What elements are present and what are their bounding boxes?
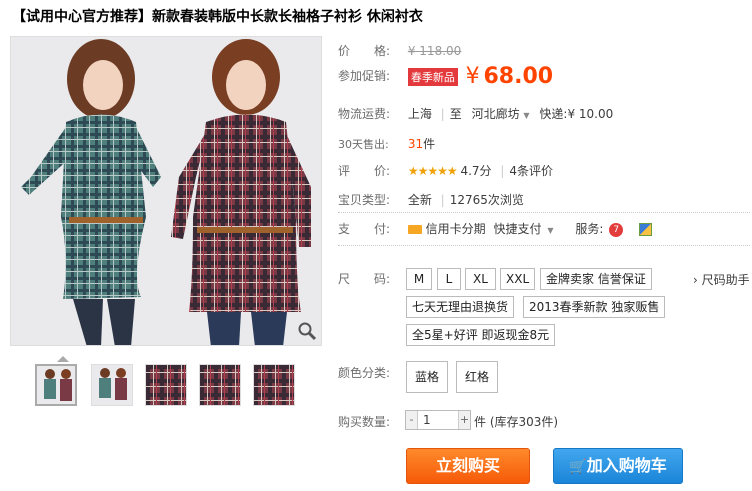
promo-currency: ¥: [465, 64, 480, 89]
size-option-xl[interactable]: XL: [465, 268, 496, 290]
shipping-label: 物流运费:: [338, 107, 391, 121]
sold-unit: 件: [423, 137, 436, 151]
models-photo: [11, 37, 321, 345]
payment-row: 支 付: 信用卡分期 快捷支付 ▼ 服务: 7: [338, 220, 653, 237]
rating-score: 4.7分: [460, 164, 492, 178]
rating-label: 评 价:: [338, 164, 391, 178]
divider-line: [338, 212, 750, 213]
price-row: 价 格: ¥ 118.00: [338, 42, 461, 59]
stock-count: (库存303件): [489, 415, 559, 429]
quantity-unit: 件: [474, 415, 487, 429]
quick-pay[interactable]: 快捷支付: [494, 222, 542, 236]
review-count-link[interactable]: 4条评价: [509, 164, 553, 178]
original-price: ¥ 118.00: [407, 44, 462, 58]
thumbnail-image: [92, 365, 132, 405]
quantity-label-row: 购买数量:: [338, 413, 404, 430]
buy-now-button[interactable]: 立刻购买: [406, 448, 530, 484]
shipping-method: 快递:: [539, 107, 568, 121]
thumbnail-2[interactable]: [91, 364, 133, 406]
chevron-down-icon[interactable]: ▼: [547, 226, 553, 235]
ship-to-prefix: 至: [449, 107, 462, 121]
payment-label: 支 付:: [338, 222, 391, 236]
color-label: 颜色分类:: [338, 366, 391, 380]
color-option-blue[interactable]: 蓝格: [406, 361, 449, 393]
size-option-xxl[interactable]: XXL: [500, 268, 535, 290]
divider: |: [500, 164, 505, 178]
product-title: 【试用中心官方推荐】新款春装韩版中长款长袖格子衬衫 休闲衬衣: [12, 9, 423, 25]
ship-from: 上海: [407, 107, 432, 121]
quantity-label: 购买数量:: [338, 415, 391, 429]
thumbnail-5[interactable]: [253, 364, 295, 406]
divider-line: [338, 245, 750, 246]
size-option-m[interactable]: M: [406, 268, 432, 290]
main-product-image[interactable]: [10, 36, 322, 346]
thumbnail-image: [37, 366, 75, 404]
tag-cashback[interactable]: 全5星+好评 即返现金8元: [406, 324, 556, 346]
zoom-icon[interactable]: [297, 321, 317, 341]
size-label: 尺 码:: [338, 272, 391, 286]
rating-row: 评 价: ★★★★★ 4.7分 | 4条评价: [338, 162, 553, 179]
shipping-fee: ¥ 10.00: [567, 107, 614, 121]
seven-day-return-icon[interactable]: 7: [609, 222, 624, 237]
color-label-row: 颜色分类:: [338, 364, 404, 381]
size-label-row: 尺 码:: [338, 270, 404, 287]
item-condition: 全新: [407, 193, 432, 207]
thumbnail-3[interactable]: [145, 364, 187, 406]
thumbnail-1[interactable]: [35, 364, 77, 406]
price-label: 价 格:: [338, 44, 391, 58]
promo-label: 参加促销:: [338, 69, 391, 83]
promo-price: 68.00: [483, 64, 554, 89]
thumbnail-4[interactable]: [199, 364, 241, 406]
active-thumb-indicator: [57, 356, 69, 362]
chevron-down-icon: ▼: [523, 111, 530, 120]
item-type-label: 宝贝类型:: [338, 193, 391, 207]
size-option-l[interactable]: L: [437, 268, 461, 290]
promo-badge: 春季新品: [407, 67, 458, 86]
tag-gold-seller[interactable]: 金牌卖家 信誉保证: [540, 268, 652, 290]
cart-icon: 🛒: [569, 459, 587, 475]
sold-label: 30天售出:: [338, 138, 389, 151]
add-to-cart-button[interactable]: 🛒加入购物车: [553, 448, 683, 484]
quantity-input[interactable]: 1: [420, 411, 458, 429]
quantity-increment-button[interactable]: +: [458, 411, 470, 429]
add-to-cart-label: 加入购物车: [586, 456, 667, 475]
ship-to-selector[interactable]: 河北廊坊 ▼: [472, 107, 530, 121]
item-type-row: 宝贝类型: 全新 | 12765次浏览: [338, 191, 524, 208]
thumbnail-image: [254, 365, 294, 405]
thumbnail-strip: [35, 356, 305, 410]
color-option-red[interactable]: 红格: [456, 361, 499, 393]
shipping-row: 物流运费: 上海 | 至 河北廊坊 ▼ 快递:¥ 10.00: [338, 105, 613, 122]
size-helper-link[interactable]: › 尺码助手: [693, 271, 750, 288]
thumbnail-image: [146, 365, 186, 405]
sold-count: 31: [407, 137, 424, 151]
thumbnail-image: [200, 365, 240, 405]
sold-row: 30天售出: 31件: [338, 135, 435, 152]
credit-installment[interactable]: 信用卡分期: [426, 222, 486, 236]
credit-card-icon: [407, 225, 422, 234]
quantity-stepper: - 1 +: [405, 410, 471, 430]
service-label: 服务:: [575, 222, 604, 236]
rating-stars-icon: ★★★★★: [407, 164, 458, 178]
view-count: 12765次浏览: [449, 193, 524, 207]
quantity-decrement-button[interactable]: -: [406, 411, 418, 429]
guarantee-icon[interactable]: [639, 223, 653, 236]
tag-seven-day-return[interactable]: 七天无理由退换货: [406, 296, 515, 318]
tag-spring-new[interactable]: 2013春季新款 独家贩售: [523, 296, 666, 318]
stock-info: 件 (库存303件): [474, 413, 558, 430]
divider: |: [440, 107, 445, 121]
divider: |: [440, 193, 445, 207]
promo-row: 参加促销: 春季新品 ¥ 68.00: [338, 64, 553, 89]
